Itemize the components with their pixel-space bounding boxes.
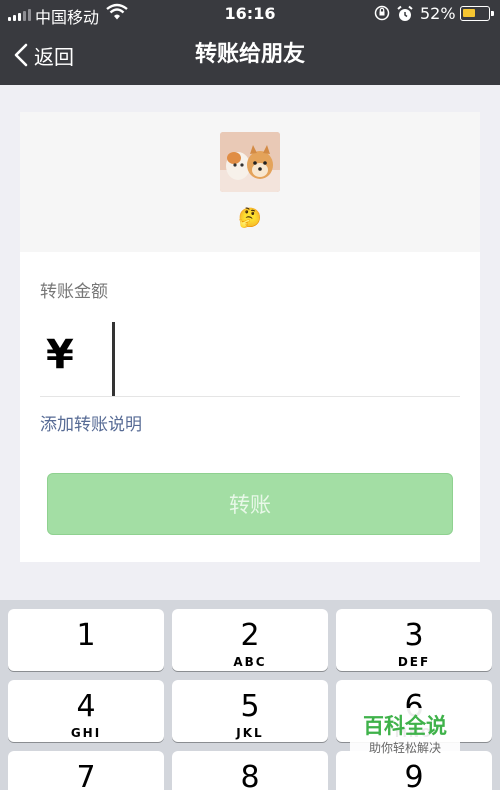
key-2[interactable]: 2 ABC	[172, 609, 328, 671]
text-cursor	[112, 322, 115, 396]
key-digit: 8	[240, 760, 260, 790]
amount-label: 转账金额	[40, 282, 108, 302]
currency-symbol: ¥	[46, 332, 74, 378]
watermark-title: 百科全说	[363, 714, 447, 738]
amount-input[interactable]	[120, 322, 450, 396]
orientation-lock-icon	[374, 5, 390, 21]
key-5[interactable]: 5 JKL	[172, 680, 328, 742]
key-digit: 3	[404, 618, 424, 653]
key-digit: 9	[404, 760, 424, 790]
watermark-subtitle: 助你轻松解决	[368, 741, 441, 755]
battery-percent: 52%	[420, 4, 456, 23]
key-letters: DEF	[397, 655, 431, 669]
battery-icon	[460, 6, 494, 21]
page-title: 转账给朋友	[194, 42, 305, 67]
transfer-button[interactable]: 转账	[47, 473, 453, 535]
status-bar: 中国移动 16:16 52%	[0, 0, 500, 28]
key-letters: JKL	[236, 726, 264, 740]
watermark-logo: 百科全说 助你轻松解决	[350, 708, 460, 764]
key-digit: 1	[76, 618, 96, 653]
key-3[interactable]: 3 DEF	[336, 609, 492, 671]
add-note-link[interactable]: 添加转账说明	[40, 410, 142, 435]
avatar-image	[220, 132, 280, 192]
friend-header: 🤔	[20, 112, 480, 252]
key-letters: GHI	[70, 726, 102, 740]
key-4[interactable]: 4 GHI	[8, 680, 164, 742]
key-letters: ABC	[233, 655, 267, 669]
key-8[interactable]: 8	[172, 751, 328, 790]
key-1[interactable]: 1	[8, 609, 164, 671]
alarm-icon	[397, 5, 413, 21]
friend-name: 🤔	[238, 207, 262, 229]
transfer-card: 🤔 转账金额 ¥ 添加转账说明 转账	[20, 112, 480, 562]
key-digit: 2	[240, 618, 260, 653]
key-digit: 5	[240, 689, 260, 724]
key-digit: 7	[76, 760, 96, 790]
amount-row: ¥	[40, 312, 460, 397]
avatar	[220, 132, 280, 192]
key-7[interactable]: 7	[8, 751, 164, 790]
key-digit: 4	[76, 689, 96, 724]
top-bar: 中国移动 16:16 52% 返回 转账给朋友	[0, 0, 500, 85]
